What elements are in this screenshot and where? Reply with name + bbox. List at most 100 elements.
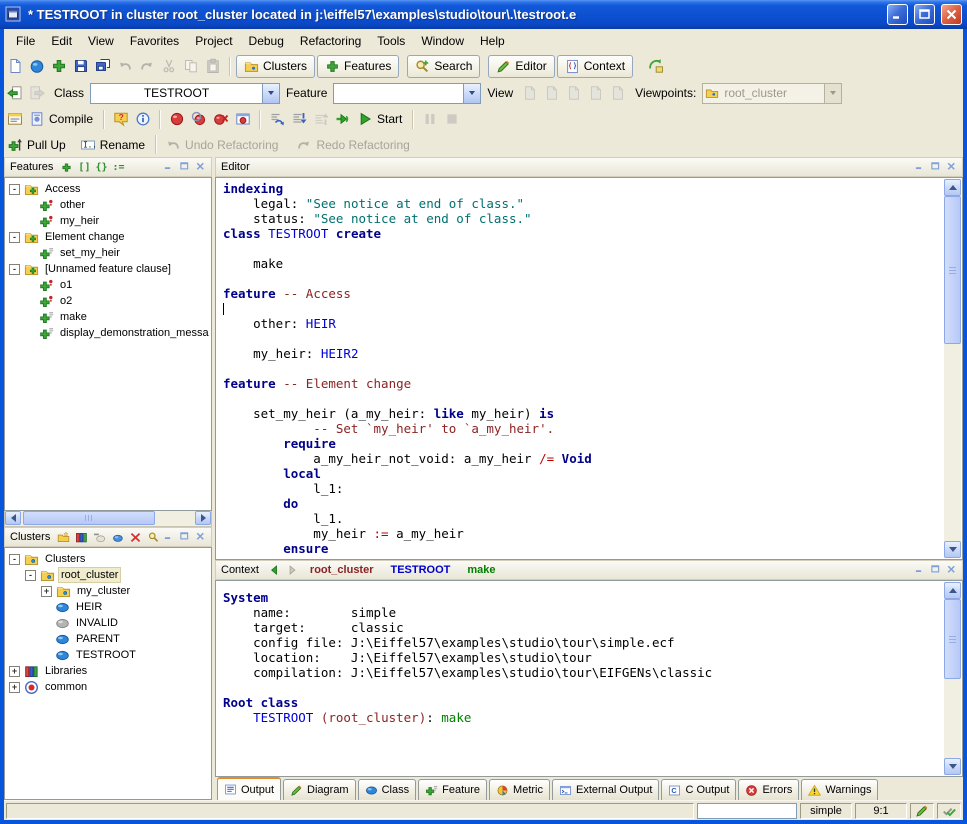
pull-up-icon[interactable] (4, 134, 26, 156)
tree-item-parent[interactable]: PARENT (7, 631, 211, 647)
collapse-icon[interactable]: - (9, 554, 20, 565)
tab-external-output[interactable]: External Output (552, 779, 659, 800)
menu-edit[interactable]: Edit (43, 31, 80, 51)
editor-vertical-scrollbar[interactable] (944, 179, 961, 558)
feature-combobox-arrow-icon[interactable] (463, 84, 480, 103)
tree-item-testroot[interactable]: TESTROOT (7, 647, 211, 663)
scroll-down-icon[interactable] (944, 758, 961, 775)
remove-class-icon[interactable] (93, 531, 106, 544)
copy-icon[interactable] (180, 55, 202, 77)
collapse-icon[interactable]: - (9, 232, 20, 243)
redo-refactoring-button[interactable]: Redo Refactoring (316, 138, 409, 152)
menu-window[interactable]: Window (413, 31, 472, 51)
info-icon[interactable] (132, 108, 154, 130)
class-combobox[interactable]: TESTROOT (90, 83, 280, 104)
scroll-left-icon[interactable] (5, 511, 21, 525)
add-class-icon[interactable] (111, 531, 124, 544)
editor-minimize-icon[interactable] (912, 160, 927, 174)
undo-refactoring-icon[interactable] (162, 134, 184, 156)
scroll-right-icon[interactable] (195, 511, 211, 525)
status-filter-input[interactable] (697, 803, 797, 819)
clusters-panel-header[interactable]: Clusters (4, 527, 212, 547)
melt-icon[interactable] (26, 108, 48, 130)
menu-view[interactable]: View (80, 31, 122, 51)
tree-item-libraries[interactable]: +Libraries (7, 663, 211, 679)
doc-gray-icon[interactable] (607, 82, 629, 104)
forward-icon[interactable] (26, 82, 48, 104)
collapse-icon[interactable]: - (25, 570, 36, 581)
bp-red-icon[interactable] (166, 108, 188, 130)
braces-icon[interactable]: {} (95, 162, 107, 173)
breadcrumb-root-cluster[interactable]: root_cluster (310, 564, 374, 576)
tree-item-access[interactable]: -Access (7, 181, 211, 197)
context-button[interactable]: Context (557, 55, 633, 78)
search-button[interactable]: Search (407, 55, 480, 78)
features-minimize-icon[interactable] (161, 160, 176, 174)
compile-button[interactable]: Compile (49, 112, 93, 126)
tree-item-o2[interactable]: o2 (7, 293, 211, 309)
tree-item-o1[interactable]: o1 (7, 277, 211, 293)
tab-class[interactable]: Class (358, 779, 417, 800)
project-settings-icon[interactable] (4, 108, 26, 130)
editor-close-icon[interactable] (944, 160, 959, 174)
start-icon[interactable] (354, 108, 376, 130)
run-to-icon[interactable] (332, 108, 354, 130)
scrollbar-thumb[interactable] (23, 511, 155, 525)
feature-combobox[interactable] (333, 83, 481, 104)
tree-item-make[interactable]: make (7, 309, 211, 325)
features-close-icon[interactable] (193, 160, 208, 174)
tree-item-unnamed-feature-clause[interactable]: -[Unnamed feature clause] (7, 261, 211, 277)
editor-code-area[interactable]: indexing legal: "See notice at end of cl… (215, 177, 963, 560)
bp-remove-icon[interactable] (210, 108, 232, 130)
save-all-icon[interactable] (92, 55, 114, 77)
question-icon[interactable]: ? (110, 108, 132, 130)
scroll-up-icon[interactable] (944, 179, 961, 196)
paste-icon[interactable] (202, 55, 224, 77)
close-button[interactable] (941, 4, 962, 25)
new-cluster-icon[interactable] (57, 531, 70, 544)
external-editor-icon[interactable] (645, 55, 667, 77)
context-vertical-scrollbar[interactable] (944, 582, 961, 775)
back-icon[interactable] (4, 82, 26, 104)
add-feature-icon[interactable] (60, 161, 73, 174)
features-button[interactable]: Features (317, 55, 399, 78)
tab-diagram[interactable]: Diagram (283, 779, 356, 800)
breadcrumb-testroot[interactable]: TESTROOT (391, 564, 451, 576)
tree-item-display-demonstration-messa[interactable]: display_demonstration_messa (7, 325, 211, 341)
add-project-icon[interactable] (48, 55, 70, 77)
undo-refactoring-button[interactable]: Undo Refactoring (185, 138, 278, 152)
context-minimize-icon[interactable] (912, 563, 927, 577)
tree-item-heir[interactable]: HEIR (7, 599, 211, 615)
expand-icon[interactable]: + (9, 682, 20, 693)
clusters-close-icon[interactable] (193, 530, 208, 544)
tree-item-my-heir[interactable]: my_heir (7, 213, 211, 229)
start-button[interactable]: Start (377, 112, 402, 126)
menu-favorites[interactable]: Favorites (122, 31, 187, 51)
search-small-icon[interactable] (147, 531, 160, 544)
tab-metric[interactable]: Metric (489, 779, 550, 800)
step-out-icon[interactable] (310, 108, 332, 130)
tree-item-root-cluster[interactable]: -root_cluster (7, 567, 211, 583)
features-maximize-icon[interactable] (177, 160, 192, 174)
undo-icon[interactable] (114, 55, 136, 77)
features-horizontal-scrollbar[interactable] (4, 511, 212, 527)
context-output-area[interactable]: System name: simple target: classic conf… (215, 580, 963, 777)
menu-tools[interactable]: Tools (369, 31, 413, 51)
doc-gray-icon[interactable] (563, 82, 585, 104)
scroll-down-icon[interactable] (944, 541, 961, 558)
minimize-button[interactable] (887, 4, 908, 25)
tab-c-output[interactable]: CC Output (661, 779, 736, 800)
collapse-icon[interactable]: - (9, 264, 20, 275)
editor-panel-header[interactable]: Editor (215, 157, 963, 177)
clusters-button[interactable]: Clusters (236, 55, 315, 78)
brackets-icon[interactable]: [] (78, 162, 90, 173)
collapse-icon[interactable]: - (9, 184, 20, 195)
open-icon[interactable] (26, 55, 48, 77)
tree-item-element-change[interactable]: -Element change (7, 229, 211, 245)
assigner-icon[interactable]: := (113, 162, 125, 173)
redo-icon[interactable] (136, 55, 158, 77)
tab-errors[interactable]: Errors (738, 779, 799, 800)
tree-item-common[interactable]: +common (7, 679, 211, 695)
features-panel-header[interactable]: Features []{}:= (4, 157, 212, 177)
rename-button[interactable]: Rename (100, 138, 145, 152)
